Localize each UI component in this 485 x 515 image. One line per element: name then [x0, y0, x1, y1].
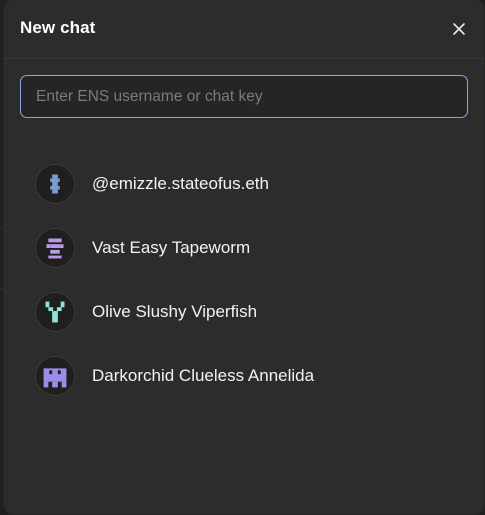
modal-title: New chat	[20, 18, 96, 37]
identicon-avatar	[35, 356, 75, 396]
contact-item[interactable]: Olive Slushy Viperfish	[4, 280, 484, 344]
close-icon	[453, 23, 465, 35]
search-input[interactable]	[20, 75, 468, 118]
contact-item[interactable]: Vast Easy Tapeworm	[4, 216, 484, 280]
identicon-1	[50, 174, 60, 194]
identicon-2	[46, 238, 64, 259]
contact-name: Olive Slushy Viperfish	[92, 302, 258, 321]
identicon-avatar	[35, 292, 75, 332]
contact-item[interactable]: Darkorchid Clueless Annelida	[4, 344, 484, 408]
modal-header: New chat	[4, 0, 484, 59]
contact-name: Vast Easy Tapeworm	[92, 238, 251, 257]
identicon-3	[45, 301, 65, 323]
close-button[interactable]	[446, 16, 472, 42]
contact-item[interactable]: @emizzle.stateofus.eth	[4, 152, 484, 216]
contact-list: @emizzle.stateofus.eth Vast Easy Tapewor…	[4, 152, 484, 408]
new-chat-modal: New chat @emizzle.stateofus.eth	[4, 0, 484, 514]
contact-name: @emizzle.stateofus.eth	[92, 174, 269, 193]
identicon-avatar	[35, 164, 75, 204]
search-field	[20, 75, 468, 118]
identicon-avatar	[35, 228, 75, 268]
contact-name: Darkorchid Clueless Annelida	[92, 366, 315, 385]
identicon-4	[43, 368, 67, 388]
